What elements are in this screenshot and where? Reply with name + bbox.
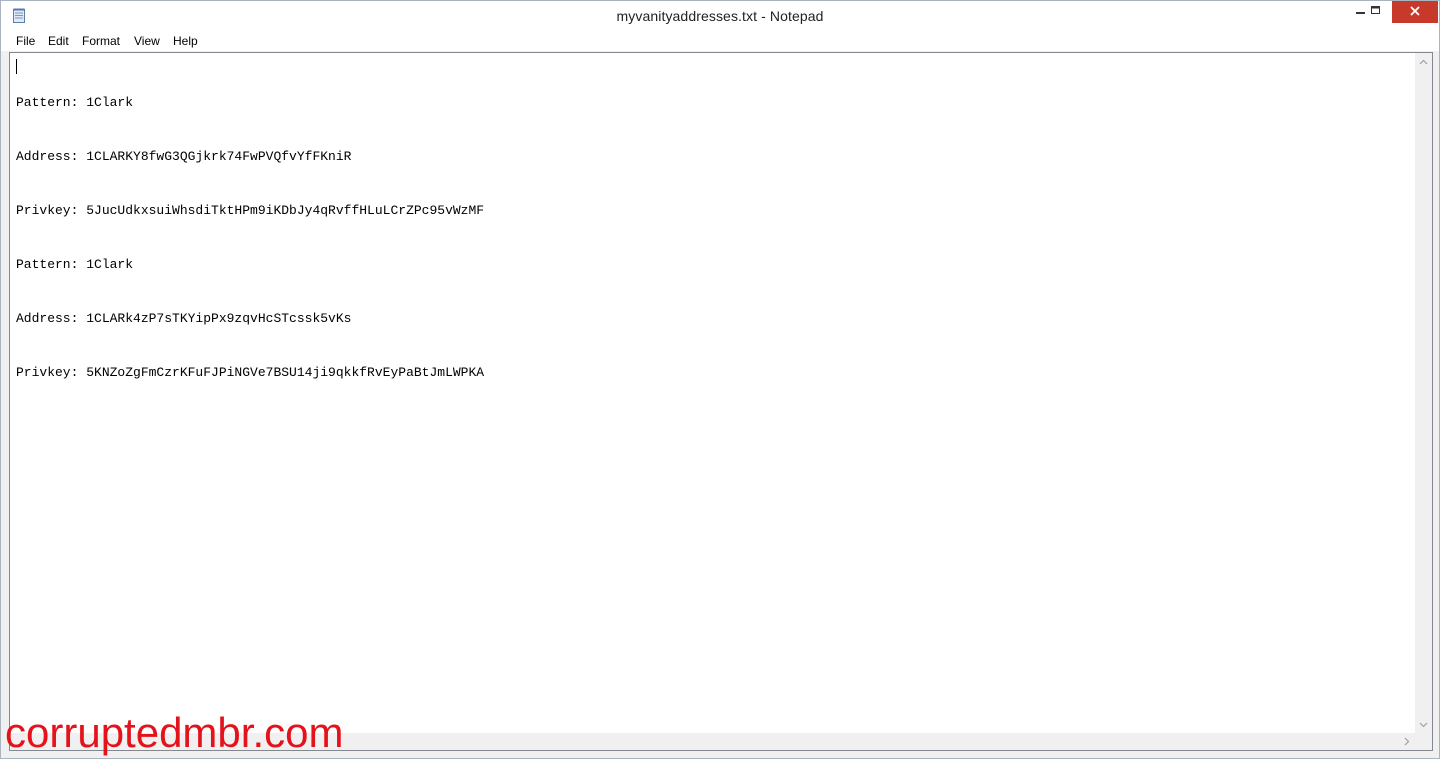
vertical-scrollbar[interactable]: [1415, 53, 1432, 733]
menu-file[interactable]: File: [16, 34, 35, 48]
text-editor[interactable]: Pattern: 1Clark Address: 1CLARKY8fwG3QGj…: [16, 58, 1412, 730]
menu-format[interactable]: Format: [82, 34, 120, 48]
menu-view[interactable]: View: [134, 34, 160, 48]
scroll-down-arrow-icon[interactable]: [1415, 716, 1432, 733]
close-icon: [1410, 3, 1420, 21]
text-line: Address: 1CLARKY8fwG3QGjkrk74FwPVQfvYfFK…: [16, 149, 352, 164]
menu-help[interactable]: Help: [173, 34, 198, 48]
text-caret: [16, 59, 17, 74]
scroll-right-arrow-icon[interactable]: [1398, 733, 1415, 750]
menu-edit[interactable]: Edit: [48, 34, 69, 48]
notepad-window: myvanityaddresses.txt - Notepad File Edi…: [0, 0, 1440, 759]
title-bar[interactable]: myvanityaddresses.txt - Notepad: [1, 1, 1439, 31]
maximize-button[interactable]: [1361, 1, 1391, 23]
close-button[interactable]: [1392, 1, 1438, 23]
scrollbar-corner: [1415, 733, 1432, 750]
text-line: Privkey: 5JucUdkxsuiWhsdiTktHPm9iKDbJy4q…: [16, 203, 485, 218]
text-line: Privkey: 5KNZoZgFmCzrKFuFJPiNGVe7BSU14ji…: [16, 365, 485, 380]
text-line: Pattern: 1Clark: [16, 257, 134, 272]
text-line: Address: 1CLARk4zP7sTKYipPx9zqvHcSTcssk5…: [16, 311, 352, 326]
text-area-frame: Pattern: 1Clark Address: 1CLARKY8fwG3QGj…: [9, 52, 1433, 751]
text-line: Pattern: 1Clark: [16, 95, 134, 110]
maximize-icon: [1371, 3, 1381, 21]
watermark-text: corruptedmbr.com: [5, 709, 344, 756]
scroll-up-arrow-icon[interactable]: [1415, 53, 1432, 70]
window-title: myvanityaddresses.txt - Notepad: [616, 8, 824, 24]
menu-bar: File Edit Format View Help: [1, 31, 1439, 51]
